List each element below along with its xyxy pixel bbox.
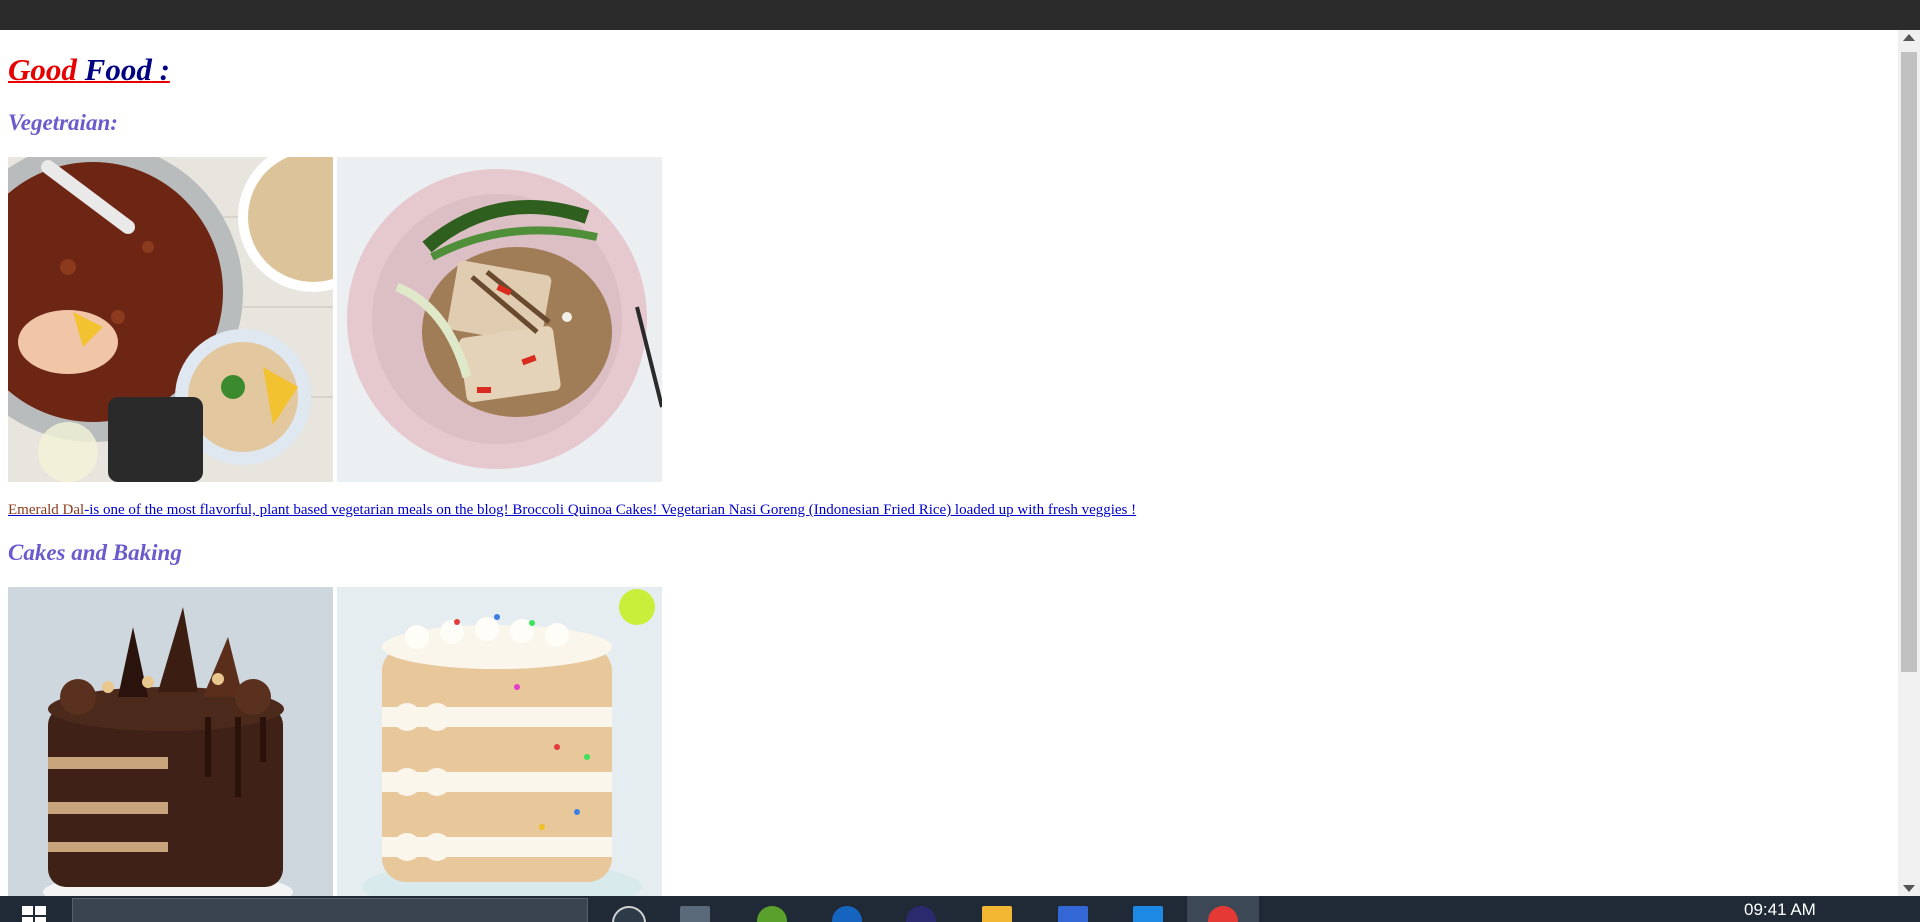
cakes-image-row	[8, 587, 662, 896]
chocolate-cake-image	[8, 587, 333, 896]
page-title: Good Food :	[8, 52, 170, 88]
scroll-thumb[interactable]	[1901, 52, 1917, 672]
scroll-up-arrow-icon[interactable]	[1903, 34, 1915, 41]
eclipse-icon[interactable]	[906, 906, 936, 922]
section-heading-vegetarian: Vegetraian:	[8, 110, 118, 135]
file-explorer-icon[interactable]	[982, 906, 1012, 922]
chili-bean-image	[8, 157, 333, 482]
task-view-icon[interactable]	[680, 906, 710, 922]
taskbar-clock[interactable]: 09:41 AM	[1744, 900, 1816, 920]
description-link[interactable]: Emerald Dal-is one of the most flavorful…	[8, 502, 1136, 519]
title-colon: :	[159, 52, 170, 87]
title-word-food: Food	[84, 52, 152, 87]
vscode-icon[interactable]	[1133, 906, 1163, 922]
app-green-icon[interactable]	[757, 906, 787, 922]
windows-taskbar: 09:41 AM	[0, 896, 1920, 922]
title-word-good: Good	[8, 52, 77, 87]
browser-top-bar	[0, 0, 1920, 30]
scroll-down-arrow-icon[interactable]	[1903, 885, 1915, 892]
windows-start-icon[interactable]	[22, 906, 48, 922]
vegetarian-image-row	[8, 157, 662, 482]
section-heading-cakes: Cakes and Baking	[8, 540, 182, 565]
description-text: -is one of the most flavorful, plant bas…	[84, 502, 1137, 518]
cortana-icon[interactable]	[612, 906, 646, 922]
emerald-dal-link[interactable]: Emerald Dal	[8, 502, 84, 518]
taskbar-search-box[interactable]	[72, 898, 588, 922]
vertical-scrollbar[interactable]	[1898, 30, 1920, 896]
mail-app-icon[interactable]	[832, 906, 862, 922]
powershell-icon[interactable]	[1058, 906, 1088, 922]
tofu-rice-bowl-image	[337, 157, 662, 482]
web-page: Good Food : Vegetraian: Emerald Dal-is o…	[0, 30, 1898, 896]
sprinkle-layer-cake-image	[337, 587, 662, 896]
